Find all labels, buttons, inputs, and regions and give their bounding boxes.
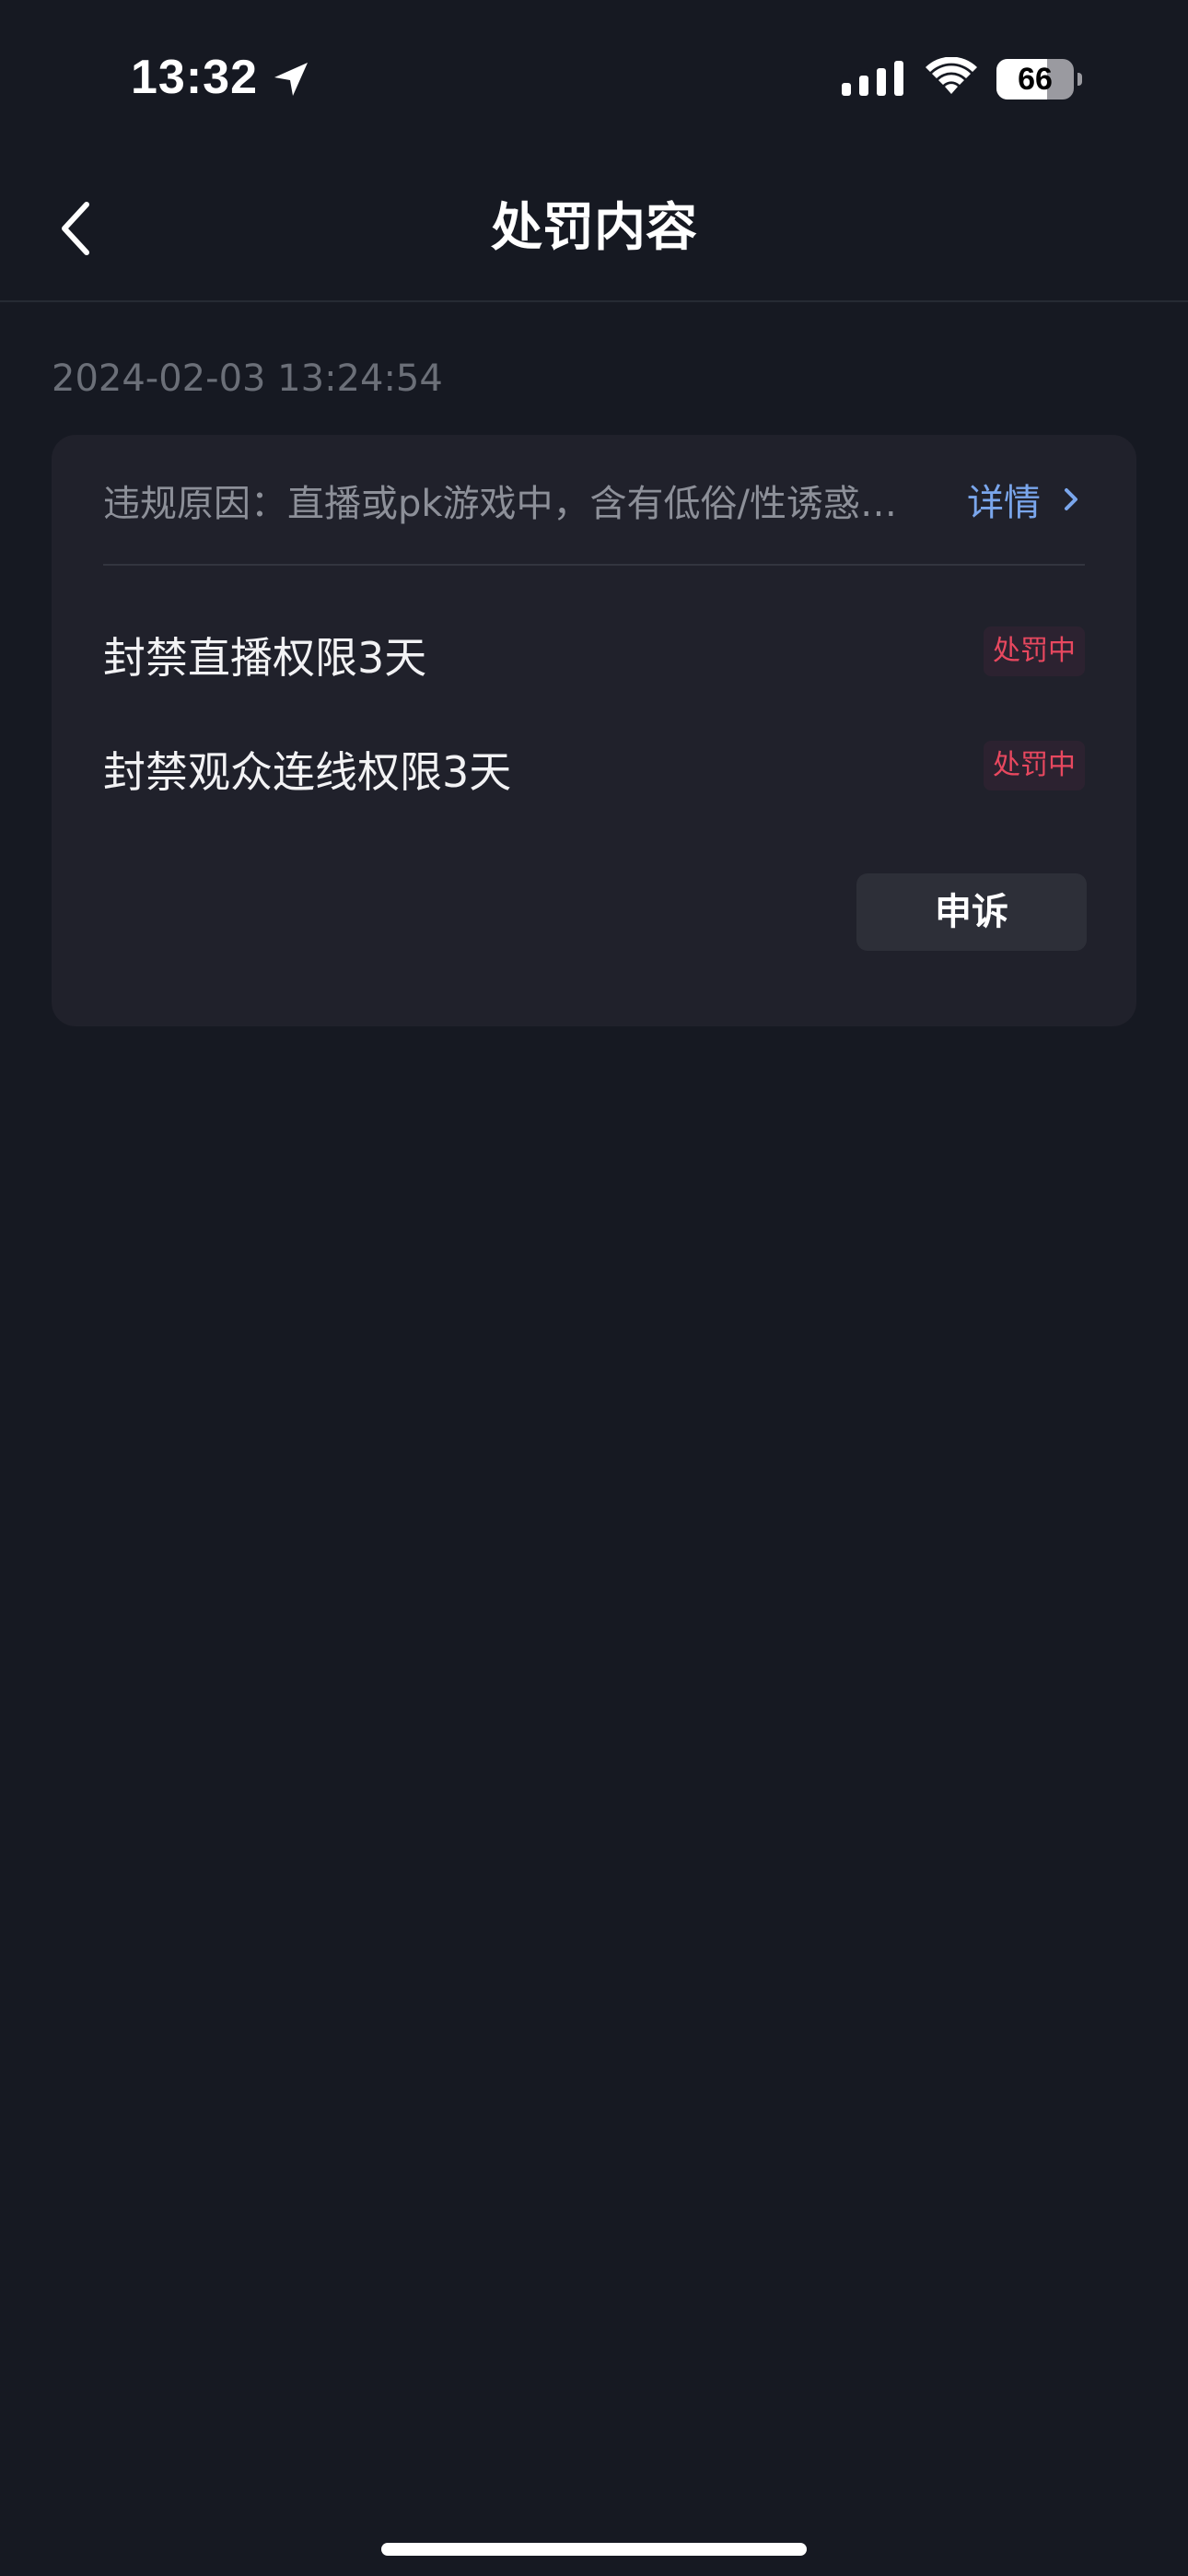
status-time: 13:32 <box>131 51 258 104</box>
penalty-item: 封禁观众连线权限3天 处罚中 <box>103 728 1085 802</box>
status-badge: 处罚中 <box>984 626 1085 676</box>
chevron-left-icon <box>62 202 89 255</box>
nav-bar: 处罚内容 <box>0 157 1188 302</box>
location-arrow-icon <box>274 63 308 96</box>
penalty-label: 封禁观众连线权限3天 <box>103 747 512 797</box>
status-badge: 处罚中 <box>984 741 1085 790</box>
penalty-item: 封禁直播权限3天 处罚中 <box>103 614 1085 687</box>
details-label: 详情 <box>967 482 1041 524</box>
status-bar: 13:32 66 <box>0 0 1188 157</box>
battery-level: 66 <box>1018 62 1053 97</box>
penalty-label: 封禁直播权限3天 <box>103 633 427 683</box>
page-title: 处罚内容 <box>491 198 697 258</box>
battery-icon: 66 <box>996 59 1082 100</box>
back-button[interactable] <box>46 192 120 265</box>
chevron-right-icon <box>1065 488 1077 510</box>
penalty-card: 违规原因：直播或pk游戏中，含有低俗/性诱惑内容 详情 封禁直播权限3天 处罚中… <box>52 435 1136 1026</box>
violation-reason: 违规原因：直播或pk游戏中，含有低俗/性诱惑内容 <box>103 483 932 525</box>
violation-reason-row: 违规原因：直播或pk游戏中，含有低俗/性诱惑内容 详情 <box>103 435 1085 566</box>
record-timestamp: 2024-02-03 13:24:54 <box>52 357 443 400</box>
wifi-icon <box>926 57 977 94</box>
details-link[interactable]: 详情 <box>967 472 1085 527</box>
cellular-signal-icon <box>842 61 903 96</box>
home-indicator[interactable] <box>381 2543 807 2556</box>
appeal-button[interactable]: 申诉 <box>856 873 1087 951</box>
